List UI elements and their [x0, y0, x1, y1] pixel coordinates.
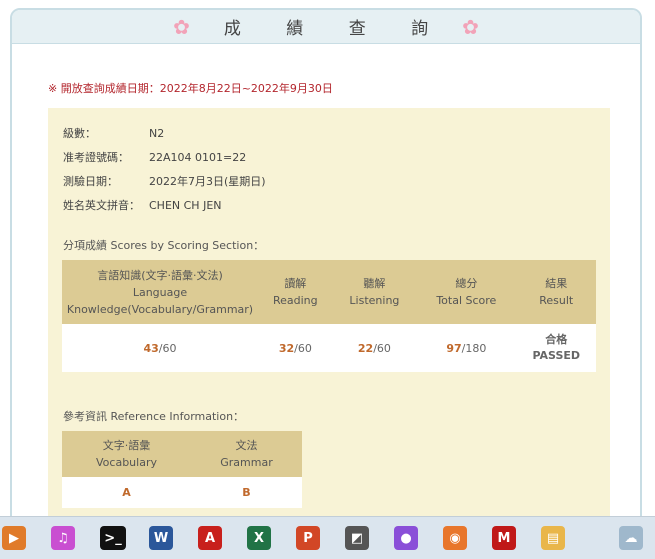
reference-table: 文字‧語彙 Vocabulary 文法 Grammar A B [62, 431, 302, 508]
acrobat-icon[interactable]: A [198, 526, 222, 550]
score-language-knowledge: 43/60 [62, 324, 258, 372]
info-exam-number: 准考證號碼： 22A104 0101=22 [63, 151, 247, 164]
score-total: 97/180 [416, 324, 517, 372]
weather-icon[interactable]: ☁ [619, 526, 643, 550]
grade-vocabulary: A [62, 477, 191, 508]
powerpoint-icon[interactable]: P [296, 526, 320, 550]
scores-section-title: 分項成績 Scores by Scoring Section： [63, 239, 265, 252]
taskbar: ▶ ♫ >_ W A X P ◩ ● ◉ M ▤ ☁ [0, 516, 655, 559]
info-test-date: 測驗日期： 2022年7月3日(星期日) [63, 175, 266, 188]
score-panel: ✿ 成 績 查 詢 ✿ ※ 開放查詢成績日期：2022年8月22日~2022年9… [10, 8, 642, 528]
paint-icon[interactable]: ● [394, 526, 418, 550]
score-result: 合格 PASSED [516, 324, 596, 372]
header-listening: 聽解 Listening [332, 260, 417, 324]
header-total: 總分 Total Score [416, 260, 517, 324]
query-period-notice: ※ 開放查詢成績日期：2022年8月22日~2022年9月30日 [48, 82, 333, 95]
header-language-knowledge: 言語知識(文字‧語彙‧文法) Language Knowledge(Vocabu… [62, 260, 258, 324]
grade-grammar: B [190, 477, 302, 508]
reference-section-title: 參考資訊 Reference Information： [63, 410, 245, 423]
mcafee-icon[interactable]: M [492, 526, 516, 550]
flower-icon: ✿ [462, 14, 479, 39]
scanner-icon[interactable]: ◩ [345, 526, 369, 550]
scores-table: 言語知識(文字‧語彙‧文法) Language Knowledge(Vocabu… [62, 260, 596, 372]
flower-icon: ✿ [173, 14, 190, 39]
media-player-icon[interactable]: ▶ [2, 526, 26, 550]
header-result: 結果 Result [516, 260, 596, 324]
header-vocabulary: 文字‧語彙 Vocabulary [62, 431, 191, 477]
reference-header-row: 文字‧語彙 Vocabulary 文法 Grammar [62, 431, 302, 477]
title-bar: ✿ 成 績 查 詢 ✿ [12, 10, 640, 44]
folder-icon[interactable]: ▤ [541, 526, 565, 550]
info-level: 級數： N2 [63, 127, 165, 140]
terminal-icon[interactable]: >_ [100, 526, 126, 550]
result-card: 級數： N2 准考證號碼： 22A104 0101=22 測驗日期： 2022年7月3… [48, 108, 610, 526]
page-title: 成 績 查 詢 [223, 19, 449, 39]
itunes-icon[interactable]: ♫ [51, 526, 75, 550]
reference-value-row: A B [62, 477, 302, 508]
word-icon[interactable]: W [149, 526, 173, 550]
score-reading: 32/60 [258, 324, 333, 372]
score-listening: 22/60 [332, 324, 417, 372]
scores-value-row: 43/60 32/60 22/60 97/180 合格 PASSED [62, 324, 596, 372]
header-reading: 讀解 Reading [258, 260, 333, 324]
excel-icon[interactable]: X [247, 526, 271, 550]
camera-icon[interactable]: ◉ [443, 526, 467, 550]
info-name: 姓名英文拼音： CHEN CH JEN [63, 199, 222, 212]
header-grammar: 文法 Grammar [190, 431, 302, 477]
scores-header-row: 言語知識(文字‧語彙‧文法) Language Knowledge(Vocabu… [62, 260, 596, 324]
